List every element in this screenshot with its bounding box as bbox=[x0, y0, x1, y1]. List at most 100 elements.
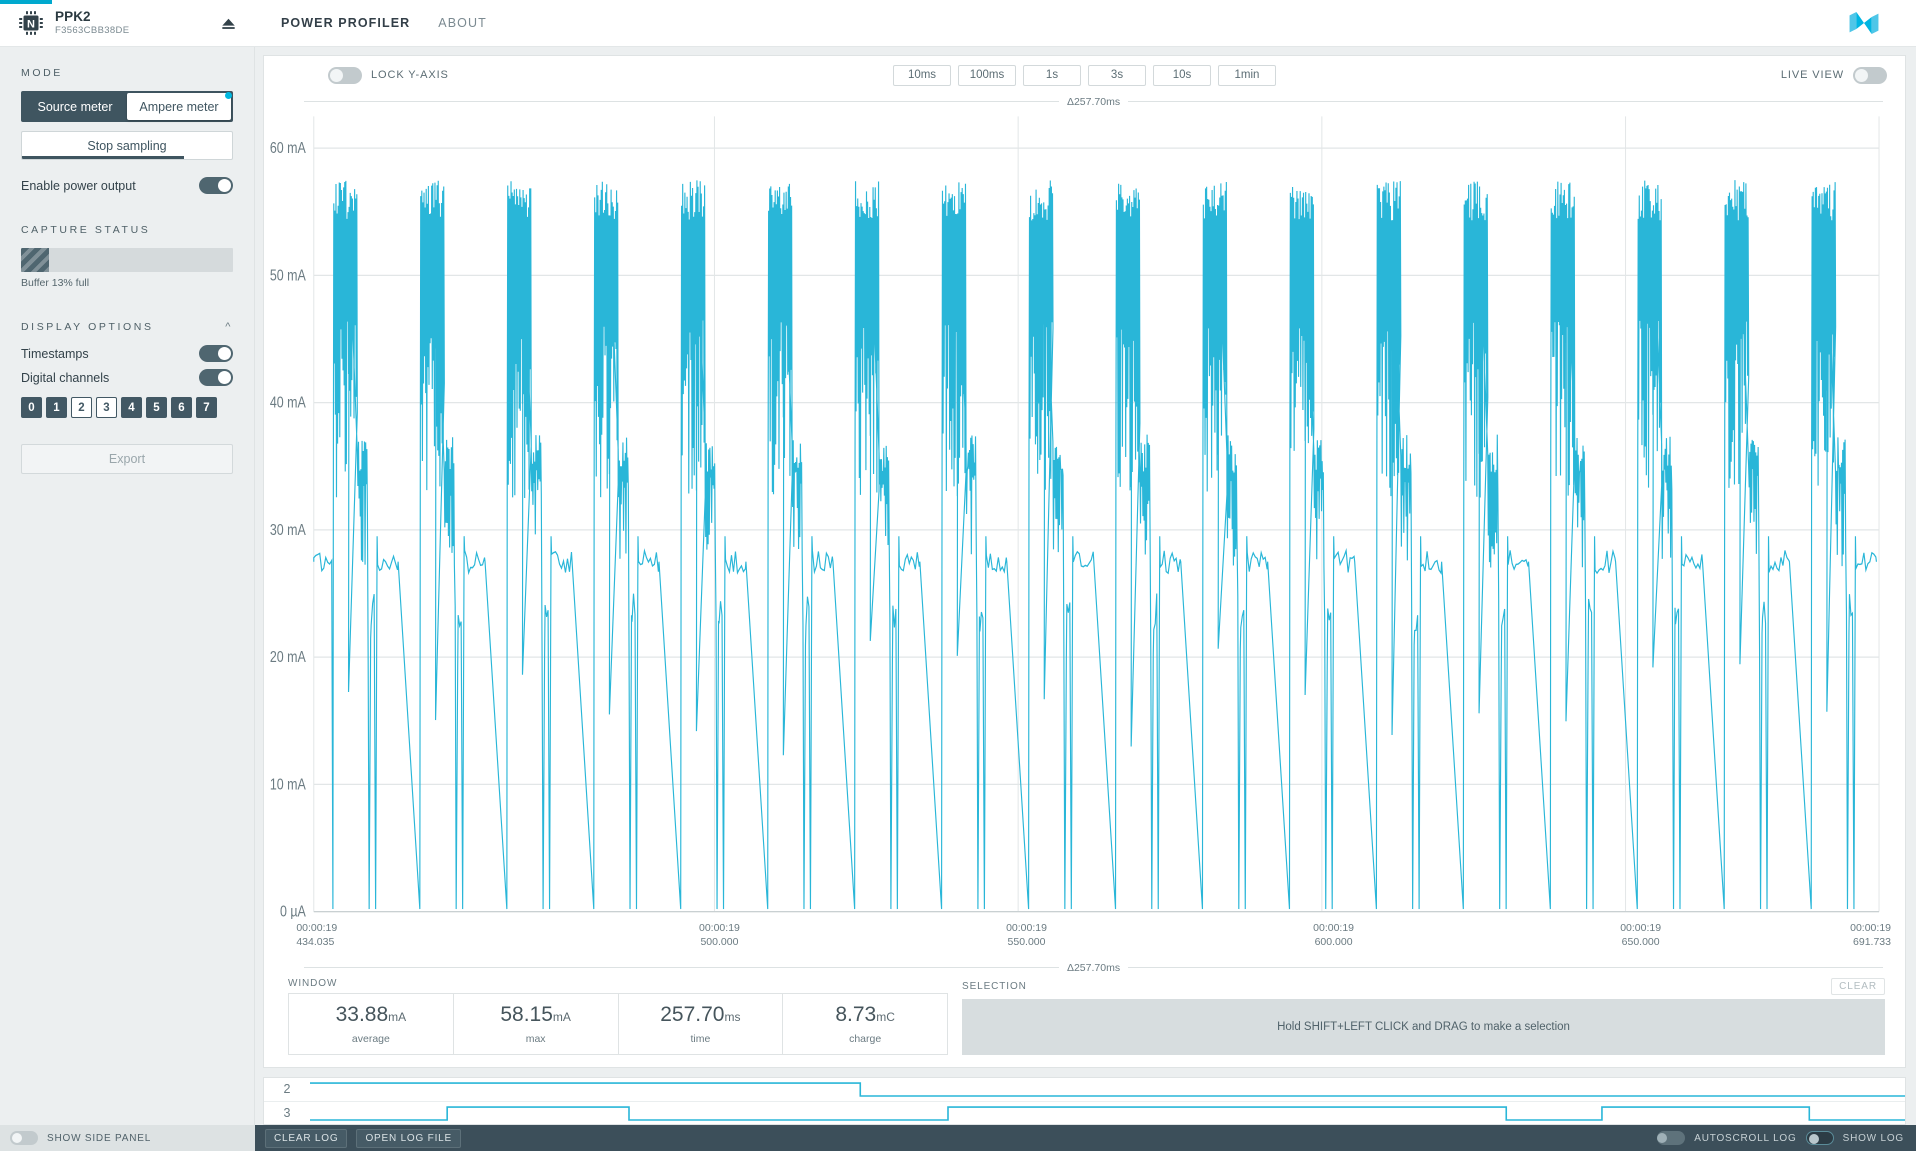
show-log-toggle[interactable] bbox=[1806, 1131, 1834, 1145]
stat-box-time: 257.70mstime bbox=[619, 994, 784, 1054]
channel-button-7[interactable]: 7 bbox=[196, 397, 217, 418]
x-tick-line2: 691.733 bbox=[1771, 935, 1891, 949]
x-tick-label: 00:00:19600.000 bbox=[1274, 921, 1394, 949]
lock-y-axis-toggle[interactable] bbox=[328, 67, 362, 84]
chevron-up-icon[interactable]: ^ bbox=[225, 321, 233, 333]
y-tick-label: 30 mA bbox=[270, 521, 307, 539]
time-range-buttons: 10ms 100ms 1s 3s 10s 1min bbox=[264, 65, 1905, 86]
digital-trace-svg-3 bbox=[310, 1102, 1905, 1125]
buffer-progress bbox=[21, 248, 233, 272]
stat-value-average: 33.88mA bbox=[336, 1004, 407, 1025]
lock-y-axis-control: LOCK Y-AXIS bbox=[328, 67, 449, 84]
live-view-toggle[interactable] bbox=[1853, 67, 1887, 84]
stat-name-time: time bbox=[690, 1033, 710, 1045]
autoscroll-log-label: AUTOSCROLL LOG bbox=[1694, 1133, 1796, 1144]
range-button-10ms[interactable]: 10ms bbox=[893, 65, 951, 86]
x-tick-line1: 00:00:19 bbox=[1274, 921, 1394, 935]
range-button-1min[interactable]: 1min bbox=[1218, 65, 1276, 86]
range-button-1s[interactable]: 1s bbox=[1023, 65, 1081, 86]
device-selector[interactable]: N PPK2 F3563CBB38DE bbox=[0, 0, 255, 46]
mode-ampere-meter-label: Ampere meter bbox=[139, 100, 218, 114]
mode-heading: MODE bbox=[21, 67, 233, 79]
range-button-10s[interactable]: 10s bbox=[1153, 65, 1211, 86]
channel-button-0[interactable]: 0 bbox=[21, 397, 42, 418]
export-button[interactable]: Export bbox=[21, 444, 233, 474]
channel-button-2[interactable]: 2 bbox=[71, 397, 92, 418]
clear-selection-button[interactable]: CLEAR bbox=[1831, 978, 1885, 995]
lock-y-axis-label: LOCK Y-AXIS bbox=[371, 69, 449, 81]
stat-unit-charge: mC bbox=[876, 1010, 895, 1024]
channel-button-4[interactable]: 4 bbox=[121, 397, 142, 418]
digital-channels-toggle[interactable] bbox=[199, 369, 233, 386]
device-serial: F3563CBB38DE bbox=[55, 26, 215, 36]
chart-toolbar: LOCK Y-AXIS 10ms100ms1s3s10s1min LIVE VI… bbox=[264, 56, 1905, 94]
digital-channels-label: Digital channels bbox=[21, 371, 109, 385]
eject-icon[interactable] bbox=[215, 10, 241, 36]
x-tick-line2: 650.000 bbox=[1581, 935, 1701, 949]
stop-sampling-button[interactable]: Stop sampling bbox=[21, 131, 233, 160]
digital-channel-label-3: 3 bbox=[264, 1102, 310, 1125]
buffer-caption: Buffer 13% full bbox=[21, 277, 233, 289]
x-tick-line1: 00:00:19 bbox=[659, 921, 779, 935]
timestamps-label: Timestamps bbox=[21, 347, 89, 361]
stat-box-average: 33.88mAaverage bbox=[289, 994, 454, 1054]
log-controls: CLEAR LOG OPEN LOG FILE AUTOSCROLL LOG S… bbox=[255, 1125, 1916, 1151]
x-tick-label: 00:00:19434.035 bbox=[296, 921, 416, 949]
selection-hint[interactable]: Hold SHIFT+LEFT CLICK and DRAG to make a… bbox=[962, 999, 1885, 1055]
mode-ampere-meter-button[interactable]: Ampere meter bbox=[127, 93, 231, 120]
channel-button-6[interactable]: 6 bbox=[171, 397, 192, 418]
range-button-3s[interactable]: 3s bbox=[1088, 65, 1146, 86]
stat-unit-time: ms bbox=[724, 1010, 740, 1024]
range-button-100ms[interactable]: 100ms bbox=[958, 65, 1016, 86]
display-options-heading-label: DISPLAY OPTIONS bbox=[21, 321, 154, 333]
tab-about[interactable]: ABOUT bbox=[438, 12, 487, 34]
x-tick-label: 00:00:19691.733 bbox=[1771, 921, 1891, 949]
x-axis-labels: 00:00:19434.03500:00:19500.00000:00:1955… bbox=[264, 919, 1905, 959]
top-bar: N PPK2 F3563CBB38DE bbox=[0, 0, 1916, 47]
x-tick-line2: 434.035 bbox=[296, 935, 416, 949]
current-trace bbox=[314, 180, 1877, 909]
power-output-toggle[interactable] bbox=[199, 177, 233, 194]
stat-unit-max: mA bbox=[553, 1010, 571, 1024]
stat-value-charge: 8.73mC bbox=[835, 1004, 895, 1025]
x-tick-line2: 500.000 bbox=[659, 935, 779, 949]
delta-line-right bbox=[1128, 101, 1883, 102]
x-tick-label: 00:00:19650.000 bbox=[1581, 921, 1701, 949]
timestamps-toggle[interactable] bbox=[199, 345, 233, 362]
window-stat-boxes: 33.88mAaverage58.15mAmax257.70mstime8.73… bbox=[288, 993, 948, 1055]
channel-button-3[interactable]: 3 bbox=[96, 397, 117, 418]
digital-channel-plot-2 bbox=[310, 1078, 1905, 1101]
channel-button-1[interactable]: 1 bbox=[46, 397, 67, 418]
delta-label-top: Δ257.70ms bbox=[1067, 96, 1120, 108]
window-stats-label: WINDOW bbox=[288, 978, 948, 989]
current-plot[interactable]: 60 mA50 mA40 mA30 mA20 mA10 mA0 µA bbox=[264, 109, 1905, 919]
stop-sampling-label: Stop sampling bbox=[87, 139, 166, 153]
chip-icon: N bbox=[18, 10, 44, 36]
channel-button-5[interactable]: 5 bbox=[146, 397, 167, 418]
display-options-heading[interactable]: DISPLAY OPTIONS ^ bbox=[21, 321, 233, 333]
selection-label-text: SELECTION bbox=[962, 981, 1027, 992]
capture-status-heading: CAPTURE STATUS bbox=[21, 224, 233, 236]
mode-active-dot-icon bbox=[225, 92, 232, 99]
y-tick-label: 60 mA bbox=[270, 139, 307, 157]
autoscroll-log-toggle[interactable] bbox=[1657, 1131, 1685, 1145]
digital-channels-row: Digital channels bbox=[21, 369, 233, 386]
digital-channel-label-2: 2 bbox=[264, 1078, 310, 1101]
digital-trace-path bbox=[310, 1083, 1905, 1096]
window-stats: WINDOW 33.88mAaverage58.15mAmax257.70mst… bbox=[288, 978, 948, 1055]
power-output-label: Enable power output bbox=[21, 179, 136, 193]
selection-stats: SELECTION CLEAR Hold SHIFT+LEFT CLICK an… bbox=[962, 978, 1885, 1055]
mode-source-meter-button[interactable]: Source meter bbox=[23, 93, 127, 120]
x-tick-line1: 00:00:19 bbox=[1771, 921, 1891, 935]
clear-log-button[interactable]: CLEAR LOG bbox=[265, 1129, 347, 1148]
main-pane: LOCK Y-AXIS 10ms100ms1s3s10s1min LIVE VI… bbox=[255, 47, 1916, 1125]
timestamps-row: Timestamps bbox=[21, 345, 233, 362]
tab-power-profiler[interactable]: POWER PROFILER bbox=[281, 12, 410, 34]
show-side-panel-control: SHOW SIDE PANEL bbox=[0, 1125, 255, 1151]
delta-bar-top: Δ257.70ms bbox=[264, 94, 1905, 109]
x-tick-line2: 550.000 bbox=[967, 935, 1087, 949]
digital-channel-plot-3 bbox=[310, 1102, 1905, 1125]
sampling-progress-bar bbox=[22, 156, 184, 159]
show-side-panel-toggle[interactable] bbox=[10, 1131, 38, 1145]
open-log-file-button[interactable]: OPEN LOG FILE bbox=[356, 1129, 461, 1148]
